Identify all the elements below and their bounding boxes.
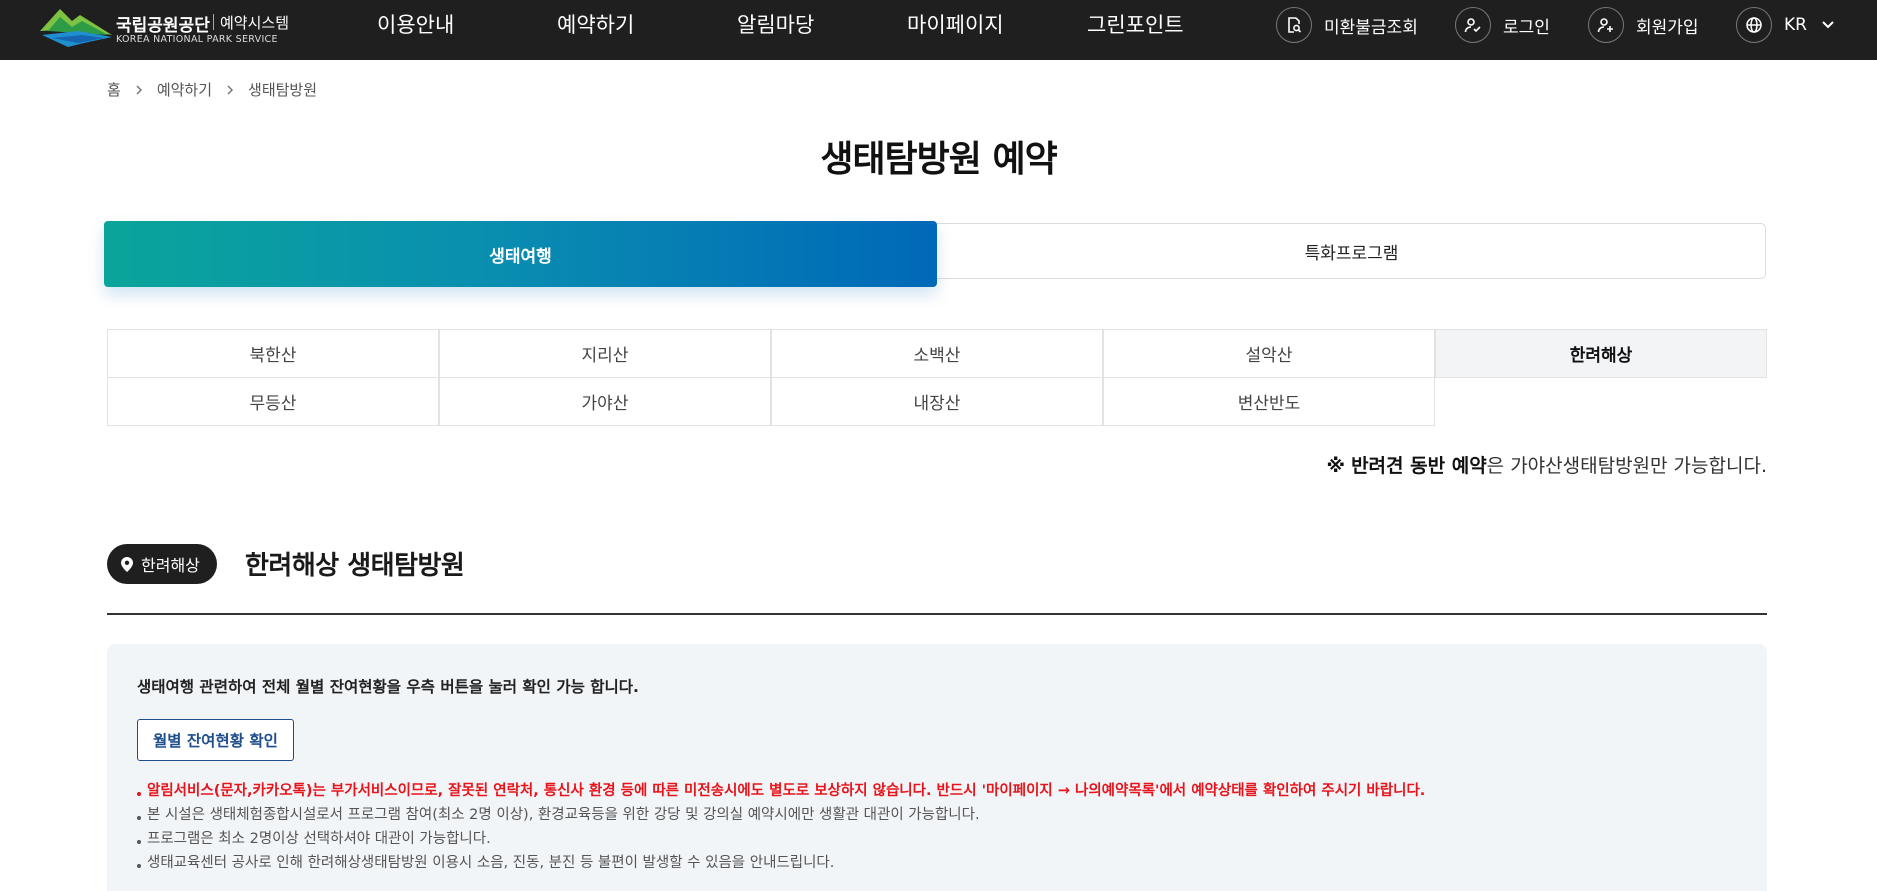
- nav-mypage[interactable]: 마이페이지: [907, 10, 1004, 40]
- notice-bold-text: 반려견 동반 예약: [1351, 455, 1487, 477]
- park-byeonsanbando[interactable]: 변산반도: [1103, 377, 1435, 426]
- park-bukhansan[interactable]: 북한산: [107, 329, 439, 378]
- section-title: 한려해상 생태탐방원: [245, 551, 465, 581]
- notice-list: 알림서비스(문자,카카오톡)는 부가서비스이므로, 잘못된 연락처, 통신사 환…: [137, 779, 1425, 875]
- chevron-down-icon: [1822, 21, 1834, 29]
- language-selector[interactable]: KR: [1736, 6, 1835, 44]
- location-pin-icon: [121, 556, 133, 572]
- park-gayasan[interactable]: 가야산: [439, 377, 771, 426]
- list-item: 생태교육센터 공사로 인해 한려해상생태탐방원 이용시 소음, 진동, 분진 등…: [137, 851, 1425, 875]
- mountain-logo-icon: [40, 9, 112, 47]
- logo-system-name: 예약시스템: [220, 14, 290, 32]
- park-naejangsan[interactable]: 내장산: [771, 377, 1103, 426]
- breadcrumb-home[interactable]: 홈: [107, 79, 121, 100]
- section-divider: [107, 613, 1767, 615]
- park-jirisan[interactable]: 지리산: [439, 329, 771, 378]
- tab-special-program[interactable]: 특화프로그램: [937, 223, 1766, 279]
- breadcrumb: 홈 예약하기 생태탐방원: [107, 79, 317, 100]
- park-seoraksan[interactable]: 설악산: [1103, 329, 1435, 378]
- nav-usage-guide[interactable]: 이용안내: [377, 10, 454, 40]
- logo-divider: [213, 14, 214, 30]
- pet-reservation-notice: ※ 반려견 동반 예약은 가야산생태탐방원만 가능합니다.: [1327, 451, 1767, 478]
- search-document-icon: [1276, 7, 1312, 43]
- list-item: 프로그램은 최소 2명이상 선택하셔야 대관이 가능합니다.: [137, 827, 1425, 851]
- page-title: 생태탐방원 예약: [820, 139, 1057, 180]
- notice-mark: ※: [1326, 455, 1346, 477]
- tab-eco-travel[interactable]: 생태여행: [104, 221, 937, 287]
- park-mudeungsan[interactable]: 무등산: [107, 377, 439, 426]
- signup-label: 회원가입: [1636, 17, 1699, 38]
- info-box: 생태여행 관련하여 전체 월별 잔여현황을 우측 버튼을 눌러 확인 가능 합니…: [107, 644, 1767, 891]
- list-item: 알림서비스(문자,카카오톡)는 부가서비스이므로, 잘못된 연락처, 통신사 환…: [137, 779, 1425, 803]
- park-hallyeohaesang[interactable]: 한려해상: [1435, 329, 1767, 378]
- login-label: 로그인: [1503, 17, 1550, 38]
- refund-lookup-label: 미환불금조회: [1324, 17, 1418, 38]
- signup-button[interactable]: 회원가입: [1588, 6, 1699, 44]
- logo-korean-name: 국립공원공단: [116, 16, 210, 36]
- refund-lookup-button[interactable]: 미환불금조회: [1276, 6, 1418, 44]
- list-item: 본 시설은 생태체험종합시설로서 프로그램 참여(최소 2명 이상), 환경교육…: [137, 803, 1425, 827]
- monthly-availability-button[interactable]: 월별 잔여현황 확인: [137, 719, 294, 761]
- globe-icon: [1736, 7, 1772, 43]
- park-location-badge: 한려해상: [107, 544, 217, 584]
- login-button[interactable]: 로그인: [1455, 6, 1550, 44]
- nav-notice[interactable]: 알림마당: [737, 10, 814, 40]
- nav-green-point[interactable]: 그린포인트: [1087, 10, 1184, 40]
- info-lead-text: 생태여행 관련하여 전체 월별 잔여현황을 우측 버튼을 눌러 확인 가능 합니…: [137, 678, 639, 696]
- nav-reservation[interactable]: 예약하기: [557, 10, 634, 40]
- notice-rest-text: 은 가야산생태탐방원만 가능합니다.: [1486, 455, 1767, 477]
- chevron-right-icon: [135, 84, 143, 96]
- top-header: 국립공원공단 예약시스템 KOREA NATIONAL PARK SERVICE…: [0, 0, 1877, 60]
- language-label: KR: [1784, 15, 1807, 35]
- user-add-icon: [1588, 7, 1624, 43]
- breadcrumb-reservation[interactable]: 예약하기: [157, 79, 212, 100]
- logo-english-name: KOREA NATIONAL PARK SERVICE: [116, 34, 278, 45]
- badge-label: 한려해상: [141, 556, 200, 575]
- park-sobaeksan[interactable]: 소백산: [771, 329, 1103, 378]
- breadcrumb-eco-center[interactable]: 생태탐방원: [248, 79, 317, 100]
- user-login-icon: [1455, 7, 1491, 43]
- knps-logo[interactable]: 국립공원공단 예약시스템 KOREA NATIONAL PARK SERVICE: [38, 5, 298, 49]
- chevron-right-icon: [226, 84, 234, 96]
